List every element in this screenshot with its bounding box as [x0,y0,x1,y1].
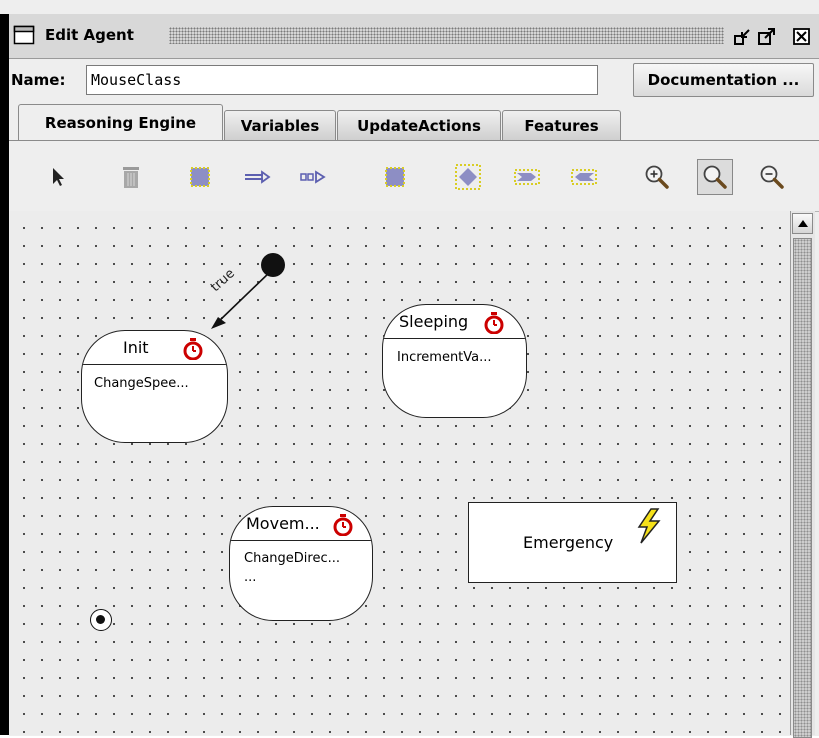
window-icon [13,25,35,45]
choice-icon [455,164,481,190]
trash-icon [123,167,139,188]
edit-agent-window: Edit Agent Name: MouseClass Documentatio… [0,0,819,738]
add-fork-button[interactable] [511,161,543,193]
event-emergency[interactable]: Emergency [468,502,677,583]
title-bar[interactable]: Edit Agent [9,14,819,59]
select-arrow-icon [53,168,64,186]
tab-update-actions[interactable]: UpdateActions [337,110,501,140]
zoom-reset-button[interactable] [697,159,733,195]
diagram-canvas[interactable]: true Init ChangeSpee... Sleeping Increme… [9,211,790,735]
state-action: ChangeDirec... [244,551,340,566]
add-state-button[interactable] [184,161,216,193]
tab-variables[interactable]: Variables [224,110,336,140]
maximize-icon[interactable] [757,27,777,47]
state-init[interactable]: Init ChangeSpee... [81,330,228,443]
tab-features[interactable]: Features [502,110,621,140]
name-input[interactable]: MouseClass [86,65,598,95]
state-movement[interactable]: Movem... ChangeDirec... ... [229,506,373,621]
tab-bar: Reasoning Engine Variables UpdateActions… [9,104,819,140]
add-choice-button[interactable] [452,161,484,193]
name-row: Name: MouseClass Documentation ... [9,59,819,104]
close-icon[interactable] [792,27,812,47]
add-transition-button[interactable] [241,161,273,193]
delete-button[interactable] [115,161,147,193]
tab-reasoning-engine[interactable]: Reasoning Engine [18,104,223,140]
state-name: Init [82,331,227,365]
title-bar-texture [169,27,724,44]
zoom-out-button[interactable] [756,161,788,193]
fork-icon [514,169,540,185]
zoom-in-icon [645,165,669,189]
diagram-toolbar [9,141,819,212]
dashed-transition-icon [300,170,326,184]
zoom-in-button[interactable] [641,161,673,193]
minimize-icon[interactable] [733,27,753,47]
scrollbar-thumb[interactable] [793,238,812,738]
timer-icon [333,514,353,536]
state-sleeping[interactable]: Sleeping IncrementVa... [382,304,527,418]
timer-icon [183,338,203,360]
zoom-out-icon [760,165,784,189]
select-arrow-button[interactable] [42,161,74,193]
vertical-scrollbar[interactable] [790,211,815,738]
add-substate-button[interactable] [379,161,411,193]
zoom-reset-icon [703,165,727,189]
arrow-up-icon [797,220,808,227]
transition-arrowhead [211,317,226,329]
scroll-up-button[interactable] [792,213,813,234]
event-name: Emergency [523,533,614,552]
window-border [0,14,9,735]
transition-icon [245,170,271,184]
window-title: Edit Agent [45,26,134,44]
join-icon [571,169,597,185]
state-action: IncrementVa... [397,350,492,365]
initial-pseudostate[interactable] [261,253,285,277]
state-name: Sleeping [383,305,526,339]
documentation-button[interactable]: Documentation ... [633,63,814,97]
add-join-button[interactable] [568,161,600,193]
state-action-more: ... [244,570,257,585]
state-alt-icon [385,167,405,187]
state-icon [190,167,210,187]
state-action: ChangeSpee... [94,376,189,391]
add-dashed-transition-button[interactable] [297,161,329,193]
final-state[interactable] [90,609,112,631]
timer-icon [484,312,504,334]
lightning-icon [637,508,661,544]
name-label: Name: [11,71,66,89]
transition-layer [211,253,285,329]
